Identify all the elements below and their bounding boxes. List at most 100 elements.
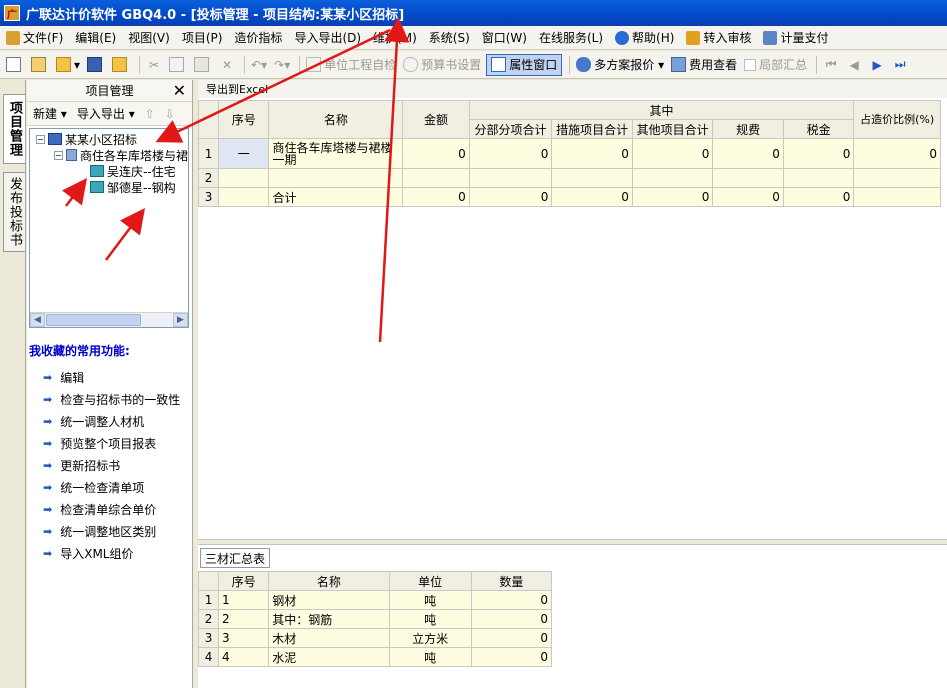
cell-tax[interactable]: [782, 168, 855, 188]
move-down-icon[interactable]: ⇩: [165, 107, 175, 121]
cell-seq[interactable]: 2: [218, 609, 270, 629]
column-header-other-total[interactable]: 其他项目合计: [631, 119, 714, 139]
new-file-button[interactable]: [4, 54, 26, 76]
cell-amount[interactable]: 0: [402, 138, 470, 169]
cell-qty[interactable]: 0: [470, 590, 553, 610]
redo-button[interactable]: ↷ ▾: [272, 54, 292, 76]
menu-online-service[interactable]: 在线服务(L): [533, 27, 609, 49]
close-icon[interactable]: ✕: [173, 81, 186, 100]
cell-seq[interactable]: 4: [218, 647, 270, 667]
cell-measure-total[interactable]: [551, 168, 633, 188]
copy-button[interactable]: [167, 54, 189, 76]
column-header-amount[interactable]: 金额: [402, 100, 470, 139]
open-button[interactable]: ▾: [54, 54, 82, 76]
table-row[interactable]: 3 3 木材 立方米 0: [197, 628, 553, 648]
cell-unit[interactable]: 吨: [388, 609, 472, 629]
delete-button[interactable]: ✕: [217, 54, 237, 76]
last-button[interactable]: ⏭: [890, 54, 910, 76]
cut-button[interactable]: ✂: [144, 54, 164, 76]
cell-tax[interactable]: 0: [782, 138, 855, 169]
cell-other-total[interactable]: 0: [631, 138, 714, 169]
splitter[interactable]: [198, 539, 947, 545]
table-row-total[interactable]: 3 合计 0 0 0 0 0 0: [197, 187, 941, 207]
cell-seq[interactable]: [218, 168, 270, 188]
menu-file[interactable]: 文件(F): [0, 27, 69, 49]
cell-fees[interactable]: 0: [712, 138, 784, 169]
cell-name[interactable]: 合计: [268, 187, 404, 207]
import-export-dropdown[interactable]: 导入导出 ▾: [77, 105, 135, 122]
budget-setting-button[interactable]: 预算书设置: [401, 54, 483, 76]
new-project-button[interactable]: [29, 54, 51, 76]
cell-qty[interactable]: 0: [470, 609, 553, 629]
column-header-sub-total[interactable]: 分部分项合计: [468, 119, 553, 139]
cell-other-total[interactable]: [631, 168, 714, 188]
cell-other-total[interactable]: 0: [631, 187, 714, 207]
menu-payment[interactable]: 计量支付: [757, 27, 834, 49]
unit-check-button[interactable]: 单位工程自检: [304, 54, 398, 76]
menu-system[interactable]: 系统(S): [423, 27, 476, 49]
cell-ratio[interactable]: 0: [853, 138, 941, 169]
cell-seq[interactable]: 1: [218, 590, 270, 610]
menu-help[interactable]: 帮助(H): [609, 27, 680, 49]
column-header-seq[interactable]: 序号: [218, 100, 270, 139]
tab-publish-bid[interactable]: 发布投标书: [3, 172, 25, 252]
cell-name[interactable]: 商住各车库塔楼与裙楼一期: [268, 138, 404, 169]
cell-measure-total[interactable]: 0: [551, 138, 633, 169]
favorite-item-check-unit-price[interactable]: ➡ 检查清单综合单价: [43, 498, 180, 520]
cell-unit[interactable]: 立方米: [388, 628, 472, 648]
column-header-name[interactable]: 名称: [268, 571, 390, 591]
menu-cost-index[interactable]: 造价指标: [228, 27, 288, 49]
tree-node-leaf[interactable]: 邹德星--钢构: [30, 179, 188, 195]
table-row[interactable]: 4 4 水泥 吨 0: [197, 647, 553, 667]
next-button[interactable]: ▶: [867, 54, 887, 76]
multi-plan-button[interactable]: 多方案报价 ▾: [574, 54, 666, 76]
cell-amount[interactable]: [402, 168, 470, 188]
prev-button[interactable]: ◀: [844, 54, 864, 76]
cell-sub-total[interactable]: 0: [468, 138, 553, 169]
property-window-button[interactable]: 属性窗口: [486, 53, 563, 76]
column-header-seq[interactable]: 序号: [218, 571, 270, 591]
column-header-name[interactable]: 名称: [268, 100, 404, 139]
scroll-left-icon[interactable]: ◀: [30, 313, 45, 327]
cell-ratio[interactable]: [853, 168, 941, 188]
menu-edit[interactable]: 编辑(E): [69, 27, 122, 49]
menu-project[interactable]: 项目(P): [176, 27, 229, 49]
favorite-item-update-tender[interactable]: ➡ 更新招标书: [43, 454, 180, 476]
menu-maintain[interactable]: 维护(M): [367, 27, 423, 49]
cell-name[interactable]: 水泥: [268, 647, 390, 667]
cell-name[interactable]: 其中：钢筋: [268, 609, 390, 629]
menu-window[interactable]: 窗口(W): [476, 27, 533, 49]
tree-node-leaf[interactable]: 吴连庆--住宅: [30, 163, 188, 179]
scroll-right-icon[interactable]: ▶: [173, 313, 188, 327]
cell-ratio[interactable]: [853, 187, 941, 207]
favorite-item-preview-reports[interactable]: ➡ 预览整个项目报表: [43, 432, 180, 454]
favorite-item-import-xml[interactable]: ➡ 导入XML组价: [43, 542, 180, 564]
partial-summary-checkbox[interactable]: 局部汇总: [742, 54, 809, 76]
menu-import-export[interactable]: 导入导出(D): [288, 27, 367, 49]
cell-qty[interactable]: 0: [470, 647, 553, 667]
column-header-tax[interactable]: 税金: [782, 119, 855, 139]
save-button[interactable]: [85, 54, 107, 76]
favorite-item-check-consistency[interactable]: ➡ 检查与招标书的一致性: [43, 388, 180, 410]
table-row[interactable]: 1 1 钢材 吨 0: [197, 590, 553, 610]
export-excel-button[interactable]: 导出到Excel: [206, 81, 268, 97]
paste-button[interactable]: [192, 54, 214, 76]
scroll-thumb[interactable]: [46, 314, 141, 326]
cell-sub-total[interactable]: [468, 168, 553, 188]
undo-button[interactable]: ↶ ▾: [249, 54, 269, 76]
column-header-qty[interactable]: 数量: [470, 571, 553, 591]
horizontal-scrollbar[interactable]: ◀ ▶: [30, 312, 188, 327]
folder-button[interactable]: [110, 54, 132, 76]
cell-sub-total[interactable]: 0: [468, 187, 553, 207]
tab-project-management[interactable]: 项目管理: [3, 94, 25, 164]
cell-amount[interactable]: 0: [402, 187, 470, 207]
first-button[interactable]: ⏮: [821, 54, 841, 76]
cell-measure-total[interactable]: 0: [551, 187, 633, 207]
cell-name[interactable]: [268, 168, 404, 188]
menu-view[interactable]: 视图(V): [122, 27, 176, 49]
tree-node-child[interactable]: − 商住各车库塔楼与裙: [30, 147, 188, 163]
tab-materials-summary[interactable]: 三材汇总表: [200, 548, 271, 568]
column-header-ratio[interactable]: 占造价比例(%): [853, 100, 941, 139]
cell-unit[interactable]: 吨: [388, 647, 472, 667]
new-dropdown[interactable]: 新建 ▾: [33, 105, 67, 122]
